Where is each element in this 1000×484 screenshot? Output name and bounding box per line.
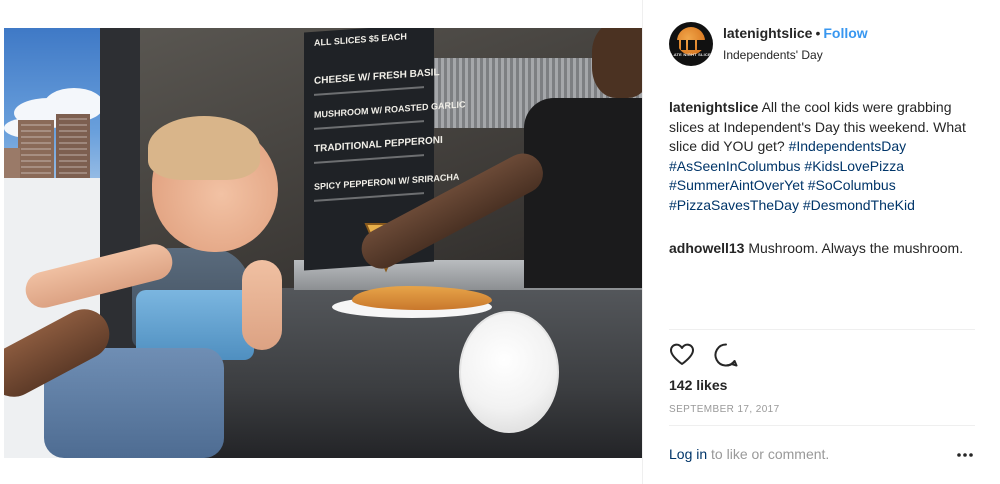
- follow-button[interactable]: Follow: [823, 25, 867, 41]
- post-sidebar: LATE NIGHT SLICE latenightslice • Follow I…: [642, 0, 1000, 484]
- location-link[interactable]: Independents' Day: [723, 48, 823, 62]
- post-header: LATE NIGHT SLICE latenightslice • Follow I…: [643, 0, 1000, 88]
- avatar[interactable]: LATE NIGHT SLICE: [669, 22, 713, 66]
- hashtag-link[interactable]: #PizzaSavesTheDay: [669, 197, 799, 213]
- instagram-post: All slices $5 each Cheese w/ Fresh Basil…: [0, 0, 1000, 484]
- divider: [669, 329, 975, 330]
- hashtag-link[interactable]: #SoColumbus: [808, 177, 896, 193]
- separator-dot: •: [815, 25, 821, 41]
- comment: adhowell13 Mushroom. Always the mushroom…: [669, 239, 981, 259]
- hashtag-link[interactable]: #IndependentsDay: [789, 138, 907, 154]
- paper-plate: [459, 311, 559, 433]
- menu-header: All slices $5 each: [314, 31, 407, 48]
- divider: [669, 425, 975, 426]
- hashtag-link[interactable]: #KidsLovePizza: [804, 158, 904, 174]
- comment-username[interactable]: adhowell13: [669, 240, 744, 256]
- vendor: [524, 98, 642, 288]
- child-hair: [148, 116, 260, 180]
- comment-text: Mushroom. Always the mushroom.: [748, 240, 964, 256]
- post-caption: latenightslice All the cool kids were gr…: [669, 98, 981, 215]
- menu-item: Cheese w/ Fresh Basil: [314, 67, 440, 87]
- child-arm: [242, 260, 282, 350]
- hashtag-link[interactable]: #SummerAintOverYet: [669, 177, 804, 193]
- login-link[interactable]: Log in: [669, 446, 707, 462]
- login-prompt-text: to like or comment.: [711, 446, 830, 462]
- post-date: SEPTEMBER 17, 2017: [669, 404, 780, 415]
- menu-item: Traditional Pepperoni: [314, 134, 443, 155]
- vendor-face: [592, 28, 642, 98]
- comment-icon[interactable]: [713, 342, 739, 368]
- handle-row: latenightslice • Follow: [723, 25, 868, 41]
- username-link[interactable]: latenightslice: [723, 25, 812, 41]
- caption-username[interactable]: latenightslice: [669, 99, 758, 115]
- more-options-icon[interactable]: [955, 448, 975, 462]
- likes-count[interactable]: 142 likes: [669, 377, 727, 393]
- heart-icon[interactable]: [669, 342, 695, 368]
- hashtag-link[interactable]: #DesmondTheKid: [803, 197, 915, 213]
- post-photo[interactable]: All slices $5 each Cheese w/ Fresh Basil…: [4, 28, 642, 458]
- avatar-logo-text: LATE NIGHT SLICE: [671, 52, 711, 57]
- hashtag-link[interactable]: #AsSeenInColumbus: [669, 158, 801, 174]
- login-prompt: Log in to like or comment.: [669, 446, 829, 462]
